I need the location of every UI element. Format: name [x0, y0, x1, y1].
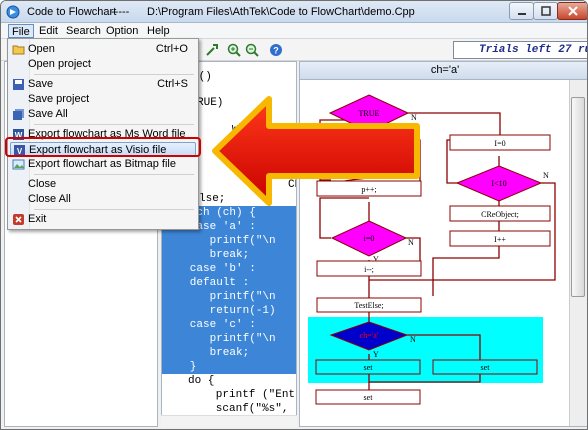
window-title: Code to Flowchart	[27, 6, 117, 18]
menu-item-export-bitmap-label: Export flowchart as Bitmap file	[28, 158, 176, 170]
close-icon	[568, 6, 578, 16]
app-window: Code to Flowchart ----- D:\Program Files…	[0, 0, 588, 430]
exit-icon	[13, 214, 24, 225]
zoom-out-icon[interactable]	[245, 43, 259, 57]
menu-item-close-all[interactable]: Close All	[10, 192, 196, 207]
bitmap-icon	[12, 159, 25, 170]
minimize-button[interactable]	[509, 2, 534, 20]
label-n2: N	[543, 171, 549, 180]
menu-help[interactable]: Help	[144, 24, 173, 38]
menu-separator	[34, 124, 194, 125]
node-testelse-text: TestElse;	[354, 301, 383, 310]
flowchart-header: ch='a'	[300, 62, 587, 80]
code-line: printf ("Ent	[196, 389, 296, 401]
help-icon[interactable]: ?	[269, 43, 283, 57]
annotation-highlight-box	[5, 137, 201, 157]
node-i-init-text: I=0	[494, 139, 505, 148]
menu-item-save-all-label: Save All	[28, 108, 68, 120]
menu-separator	[34, 74, 194, 75]
menu-item-open-project[interactable]: Open project	[10, 57, 196, 72]
node-set-bottom-text: set	[364, 393, 374, 402]
code-line: printf("\n	[162, 332, 296, 346]
menu-item-close-all-label: Close All	[28, 193, 71, 205]
menu-file[interactable]: File	[8, 24, 34, 38]
code-line: printf("\n	[162, 290, 296, 304]
code-line: printf("\n	[162, 234, 296, 248]
menu-item-close-label: Close	[28, 178, 57, 190]
node-set-right-text: set	[481, 363, 491, 372]
node-creobject-text: CReObject;	[481, 210, 519, 219]
code-line: break;	[162, 248, 296, 262]
close-button[interactable]	[557, 2, 587, 20]
node-i-cond-text: I<10	[491, 179, 506, 188]
title-separator: -----	[111, 6, 130, 18]
code-line: default :	[162, 276, 296, 290]
save-icon	[13, 79, 24, 90]
open-folder-icon	[12, 45, 25, 55]
code-horizontal-scrollbar[interactable]	[161, 415, 297, 427]
menu-bar: File Edit Search Option Help	[1, 23, 587, 39]
file-path: D:\Program Files\AthTek\Code to FlowChar…	[147, 6, 415, 18]
node-ch-cond-text: ch='a'	[360, 331, 379, 340]
menu-item-open-shortcut: Ctrl+O	[155, 43, 188, 55]
menu-item-open-project-label: Open project	[28, 58, 91, 70]
menu-separator	[34, 209, 194, 210]
menu-item-save-project[interactable]: Save project	[10, 92, 196, 107]
menu-edit[interactable]: Edit	[36, 24, 61, 38]
menu-item-save[interactable]: Save Ctrl+S	[10, 77, 196, 92]
menu-item-open-label: Open	[28, 43, 55, 55]
menu-item-open[interactable]: Open Ctrl+O	[10, 42, 196, 57]
maximize-icon	[541, 6, 551, 16]
code-line: return(-1)	[162, 304, 296, 318]
title-bar[interactable]: Code to Flowchart ----- D:\Program Files…	[1, 1, 587, 23]
node-i-eq-text: i=0	[364, 234, 375, 243]
code-line: do {	[188, 375, 215, 387]
menu-item-save-project-label: Save project	[28, 93, 90, 105]
node-i-dec-text: i--;	[364, 265, 374, 274]
menu-item-save-shortcut: Ctrl+S	[157, 78, 188, 90]
menu-search[interactable]: Search	[63, 24, 104, 38]
code-line: case 'c' :	[162, 318, 296, 332]
maximize-button[interactable]	[533, 2, 558, 20]
label-n3: N	[408, 238, 414, 247]
save-all-icon	[13, 109, 24, 120]
menu-item-save-all[interactable]: Save All	[10, 107, 196, 122]
minimize-icon	[518, 13, 526, 15]
menu-item-save-label: Save	[28, 78, 54, 90]
app-logo-icon	[6, 5, 20, 19]
node-i-inc-text: I++	[494, 235, 506, 244]
menu-item-close[interactable]: Close	[10, 177, 196, 192]
code-line: break;	[162, 346, 296, 360]
menu-option[interactable]: Option	[103, 24, 141, 38]
menu-separator	[34, 174, 194, 175]
label-y3: Y	[373, 350, 379, 359]
node-set-left-text: set	[364, 363, 374, 372]
scrollbar-thumb[interactable]	[571, 97, 585, 297]
trial-counter: Trials left 27 ru	[453, 41, 587, 59]
code-line: scanf("%s",	[196, 403, 289, 415]
menu-item-exit-label: Exit	[28, 213, 47, 225]
zoom-in-icon[interactable]	[227, 43, 241, 57]
settings-tool-icon[interactable]	[205, 43, 219, 57]
menu-item-exit[interactable]: Exit	[10, 212, 196, 227]
code-line: }	[162, 360, 296, 374]
annotation-red-arrow	[212, 96, 420, 206]
label-n4: N	[410, 335, 416, 344]
file-menu-dropdown: Open Ctrl+O Open project Save Ctrl+S Sav…	[7, 38, 199, 230]
svg-text:?: ?	[273, 46, 279, 56]
code-line: case 'b' :	[162, 262, 296, 276]
menu-item-export-bitmap[interactable]: Export flowchart as Bitmap file	[10, 157, 196, 172]
